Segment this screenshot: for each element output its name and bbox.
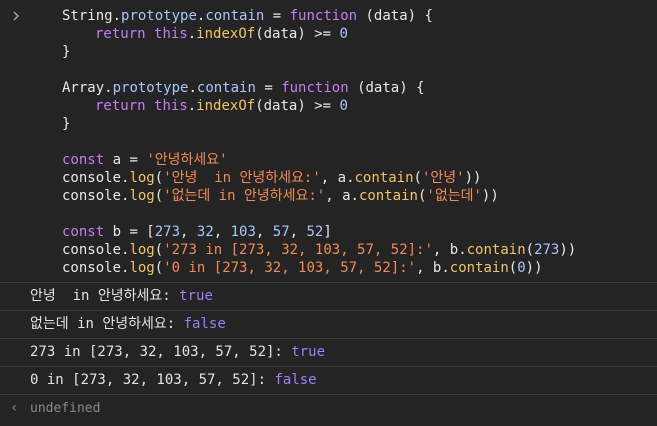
code-line-2: return this.indexOf(data) >= 0: [95, 26, 348, 42]
log-value: false: [183, 316, 226, 332]
console-input-entry[interactable]: String.prototype.contain = function (dat…: [0, 0, 657, 283]
log-text: 273 in [273, 32, 103, 57, 52]:: [30, 344, 292, 360]
code-line-6: return this.indexOf(data) >= 0: [95, 98, 348, 114]
code-block: String.prototype.contain = function (dat…: [62, 7, 576, 277]
console-log-row: 안녕 in 안녕하세요: true: [0, 283, 657, 311]
log-text: 안녕 in 안녕하세요:: [30, 288, 180, 304]
log-text: 0 in [273, 32, 103, 57, 52]:: [30, 372, 275, 388]
log-value: false: [274, 372, 317, 388]
code-line-13: const b = [273, 32, 103, 57, 52]: [62, 224, 332, 240]
code-line-3: }: [62, 44, 71, 60]
code-line-9: const a = '안녕하세요': [62, 152, 228, 168]
result-value: undefined: [30, 401, 101, 416]
log-value: true: [291, 344, 326, 360]
log-text: 없는데 in 안녕하세요:: [30, 316, 184, 332]
console-result-row: ‹ undefined: [0, 395, 657, 422]
code-line-7: }: [62, 116, 71, 132]
code-line-11: console.log('없는데 in 안녕하세요:', a.contain('…: [62, 188, 499, 204]
code-line-5: Array.prototype.contain = function (data…: [62, 80, 425, 96]
devtools-console: String.prototype.contain = function (dat…: [0, 0, 657, 426]
chevron-right-icon: [10, 8, 22, 24]
code-line-1: String.prototype.contain = function (dat…: [62, 8, 433, 24]
console-log-row: 0 in [273, 32, 103, 57, 52]: false: [0, 367, 657, 395]
code-line-14: console.log('273 in [273, 32, 103, 57, 5…: [62, 242, 577, 258]
code-line-10: console.log('안녕 in 안녕하세요:', a.contain('안…: [62, 170, 482, 186]
return-arrow-icon: ‹: [10, 400, 19, 416]
console-log-row: 273 in [273, 32, 103, 57, 52]: true: [0, 339, 657, 367]
code-line-15: console.log('0 in [273, 32, 103, 57, 52]…: [62, 260, 543, 276]
console-log-row: 없는데 in 안녕하세요: false: [0, 311, 657, 339]
log-value: true: [179, 288, 213, 304]
